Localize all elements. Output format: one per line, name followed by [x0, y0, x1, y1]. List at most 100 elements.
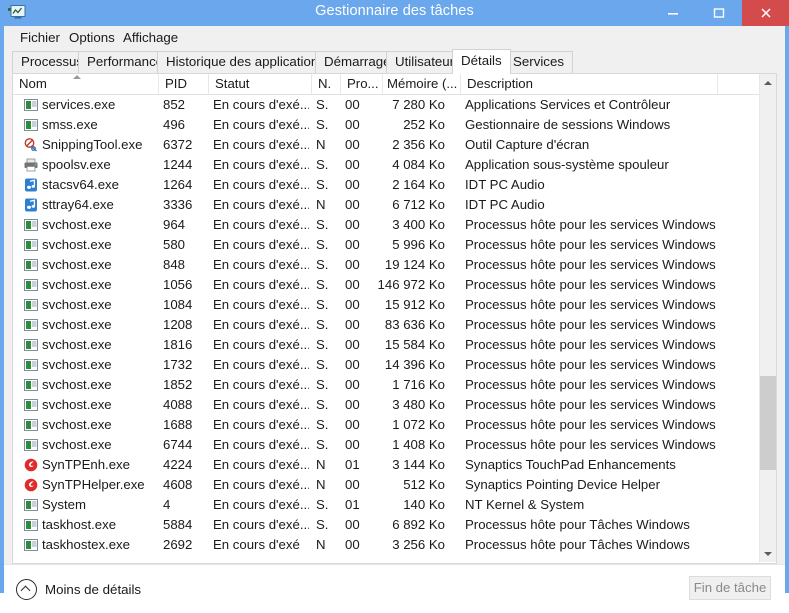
- cell-pid: 1084: [163, 297, 193, 312]
- table-row[interactable]: stacsv64.exe 1264 En cours d'exé... S. 00 2 1…: [13, 175, 761, 195]
- cell-user: S.: [316, 297, 329, 312]
- cell-description: Processus hôte pour les services Windows: [465, 217, 716, 232]
- chevron-up-icon: [764, 80, 772, 85]
- table-row[interactable]: svchost.exe 1056 En cours d'exé... S. 00 146 …: [13, 275, 761, 295]
- title-bar[interactable]: Gestionnaire des tâches: [0, 0, 789, 26]
- table-row[interactable]: svchost.exe 848 En cours d'exé... S. 00 19 12…: [13, 255, 761, 275]
- column-header-nom[interactable]: Nom: [13, 74, 159, 94]
- cell-memory: 6 712 Ko: [392, 197, 445, 212]
- table-row[interactable]: svchost.exe 1688 En cours d'exé... S. 00 1 07…: [13, 415, 761, 435]
- end-task-button[interactable]: Fin de tâche: [689, 576, 771, 600]
- cell-user: N: [316, 537, 326, 552]
- cell-status: En cours d'exé...: [213, 317, 309, 332]
- cell-description: Applications Services et Contrôleur: [465, 97, 671, 112]
- cell-pid: 4088: [163, 397, 193, 412]
- process-rows[interactable]: services.exe 852 En cours d'exé... S. 00 7 28…: [13, 95, 761, 563]
- window-icon: [24, 338, 38, 352]
- cell-process-name: System: [42, 497, 86, 512]
- cell-description: Outil Capture d'écran: [465, 137, 590, 152]
- column-header-memoire[interactable]: Mémoire (...: [383, 74, 461, 94]
- cell-process-name: svchost.exe: [42, 437, 112, 452]
- cell-status: En cours d'exé...: [213, 517, 309, 532]
- scroll-down-button[interactable]: [760, 545, 776, 562]
- minimize-button[interactable]: [650, 0, 696, 26]
- cell-description: Processus hôte pour les services Windows: [465, 297, 716, 312]
- window-icon: [24, 378, 38, 392]
- table-row[interactable]: svchost.exe 1732 En cours d'exé... S. 00 14 3…: [13, 355, 761, 375]
- close-button[interactable]: [742, 0, 789, 26]
- table-row[interactable]: System 4 En cours d'exé... S. 01 140 Ko NT Ker…: [13, 495, 761, 515]
- column-header-extra[interactable]: [718, 74, 761, 94]
- cell-cpu: 00: [345, 317, 360, 332]
- cell-pid: 1852: [163, 377, 193, 392]
- vertical-scrollbar[interactable]: [759, 74, 776, 562]
- cell-process-name: taskhost.exe: [42, 517, 117, 532]
- table-row[interactable]: smss.exe 496 En cours d'exé... S. 00 252 Ko Ge…: [13, 115, 761, 135]
- table-row[interactable]: SynTPHelper.exe 4608 En cours d'exé... N 00 5…: [13, 475, 761, 495]
- cell-cpu: 00: [345, 157, 360, 172]
- cell-user: S.: [316, 257, 329, 272]
- tab-historique-des-applications[interactable]: Historique des applications: [157, 51, 334, 73]
- table-row[interactable]: svchost.exe 964 En cours d'exé... S. 00 3 400…: [13, 215, 761, 235]
- printer-icon: [24, 158, 38, 172]
- menu-affichage[interactable]: Affichage: [117, 29, 184, 46]
- column-header-nom-utilisateur[interactable]: N.: [312, 74, 341, 94]
- cell-user: N: [316, 477, 326, 492]
- cell-cpu: 00: [345, 417, 360, 432]
- cell-cpu: 00: [345, 377, 360, 392]
- scroll-up-button[interactable]: [760, 74, 776, 91]
- chevron-up-circle-icon: [16, 578, 37, 600]
- column-header-statut[interactable]: Statut: [209, 74, 312, 94]
- cell-pid: 6744: [163, 437, 193, 452]
- table-row[interactable]: svchost.exe 1816 En cours d'exé... S. 00 15 5…: [13, 335, 761, 355]
- less-details-button[interactable]: Moins de détails: [16, 577, 141, 601]
- cell-pid: 1264: [163, 177, 193, 192]
- task-manager-icon: [8, 4, 26, 21]
- window-icon: [24, 398, 38, 412]
- cell-memory: 512 Ko: [403, 477, 445, 492]
- menu-fichier[interactable]: Fichier: [14, 29, 66, 46]
- cell-pid: 1688: [163, 417, 193, 432]
- cell-user: S.: [316, 237, 329, 252]
- table-row[interactable]: svchost.exe 580 En cours d'exé... S. 00 5 996…: [13, 235, 761, 255]
- table-row[interactable]: svchost.exe 4088 En cours d'exé... S. 00 3 48…: [13, 395, 761, 415]
- table-row[interactable]: sttray64.exe 3336 En cours d'exé... N 00 6 71…: [13, 195, 761, 215]
- task-manager-window: Gestionnaire des tâches Fichier Options …: [0, 0, 789, 613]
- table-row[interactable]: svchost.exe 1852 En cours d'exé... S. 00 1 71…: [13, 375, 761, 395]
- cell-cpu: 00: [345, 257, 360, 272]
- table-row[interactable]: taskhost.exe 5884 En cours d'exé... S. 00 6 8…: [13, 515, 761, 535]
- cell-user: N: [316, 197, 326, 212]
- table-row[interactable]: svchost.exe 1084 En cours d'exé... S. 00 15 9…: [13, 295, 761, 315]
- cell-pid: 580: [163, 237, 186, 252]
- cell-status: En cours d'exé...: [213, 337, 309, 352]
- tab-details[interactable]: Détails: [452, 49, 511, 74]
- cell-status: En cours d'exé...: [213, 217, 309, 232]
- table-row[interactable]: SnippingTool.exe 6372 En cours d'exé... N 00…: [13, 135, 761, 155]
- table-row[interactable]: SynTPEnh.exe 4224 En cours d'exé... N 01 3 14…: [13, 455, 761, 475]
- column-header-description[interactable]: Description: [461, 74, 718, 94]
- window-icon: [24, 418, 38, 432]
- table-row[interactable]: svchost.exe 6744 En cours d'exé... S. 00 1 40…: [13, 435, 761, 455]
- cell-description: Processus hôte pour les services Windows: [465, 317, 716, 332]
- cell-pid: 2692: [163, 537, 193, 552]
- cell-description: Processus hôte pour les services Windows: [465, 357, 716, 372]
- client-area: Fichier Options Affichage Processus Perf…: [4, 26, 785, 613]
- window-icon: [24, 318, 38, 332]
- cell-process-name: SynTPHelper.exe: [42, 477, 145, 492]
- column-header-pid[interactable]: PID: [159, 74, 209, 94]
- cell-process-name: smss.exe: [42, 117, 98, 132]
- table-row[interactable]: svchost.exe 1208 En cours d'exé... S. 00 83 6…: [13, 315, 761, 335]
- maximize-button[interactable]: [696, 0, 742, 26]
- cell-status: En cours d'exé...: [213, 277, 309, 292]
- column-header-processeur[interactable]: Pro...: [341, 74, 383, 94]
- cell-pid: 1816: [163, 337, 193, 352]
- scrollbar-thumb[interactable]: [760, 376, 776, 470]
- tab-services[interactable]: Services: [504, 51, 573, 73]
- cell-status: En cours d'exé...: [213, 377, 309, 392]
- cell-process-name: svchost.exe: [42, 377, 112, 392]
- menu-options[interactable]: Options: [63, 29, 121, 46]
- table-row[interactable]: taskhostex.exe 2692 En cours d'exé N 00 3 256…: [13, 535, 761, 555]
- table-row[interactable]: services.exe 852 En cours d'exé... S. 00 7 28…: [13, 95, 761, 115]
- table-row[interactable]: spoolsv.exe 1244 En cours d'exé... S. 00 4 08…: [13, 155, 761, 175]
- cell-cpu: 00: [345, 277, 360, 292]
